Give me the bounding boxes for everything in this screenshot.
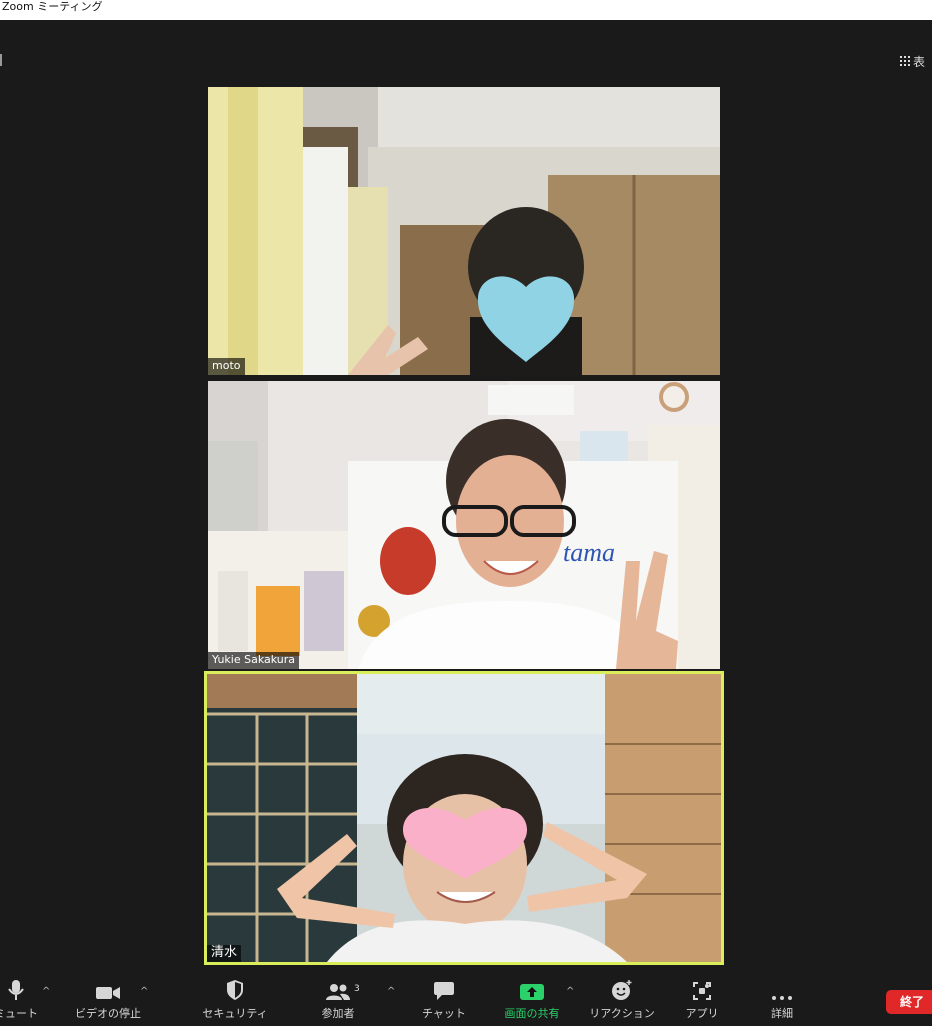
participants-label: 参加者	[321, 1007, 355, 1020]
video-tile-shimizu[interactable]: 清水	[204, 671, 724, 965]
reactions-label: リアクション	[589, 1007, 655, 1020]
participants-count: 3	[354, 984, 360, 994]
apps-button[interactable]: アプリ	[674, 976, 730, 1026]
view-toggle-button[interactable]: 表	[900, 52, 932, 70]
participants-icon	[326, 984, 350, 1000]
participant-name: Yukie Sakakura	[208, 652, 300, 669]
meeting-toolbar: ミュート ^ ビデオの停止 ^ セキュリティ 参加者 3 ^ チャット 画面の共…	[0, 976, 932, 1026]
more-label: 詳細	[771, 1007, 793, 1020]
security-button[interactable]: セキュリティ	[200, 976, 270, 1026]
participant-name: 清水	[207, 945, 242, 962]
stop-video-label: ビデオの停止	[75, 1007, 141, 1020]
audio-options-caret[interactable]: ^	[42, 986, 50, 997]
chat-button[interactable]: チャット	[414, 976, 474, 1026]
side-panel-handle[interactable]	[0, 54, 2, 66]
smiley-plus-icon	[612, 980, 632, 1000]
more-button[interactable]: 詳細	[756, 976, 808, 1026]
reactions-button[interactable]: リアクション	[586, 976, 658, 1026]
video-tile-yukie[interactable]: tama Yukie Sakakura	[208, 381, 720, 669]
video-feed-shimizu	[207, 674, 721, 962]
video-options-caret[interactable]: ^	[140, 986, 148, 997]
security-label: セキュリティ	[202, 1007, 268, 1020]
video-feed-moto	[208, 87, 720, 375]
apps-label: アプリ	[685, 1007, 719, 1020]
mute-label: ミュート	[0, 1007, 38, 1020]
participants-options-caret[interactable]: ^	[387, 986, 395, 997]
shield-icon	[227, 980, 243, 1000]
video-camera-icon	[96, 987, 120, 999]
share-screen-label: 画面の共有	[504, 1007, 560, 1020]
apps-icon	[693, 982, 711, 1000]
video-feed-yukie: tama	[208, 381, 720, 669]
more-dots-icon	[772, 996, 792, 1000]
participant-name: moto	[208, 358, 245, 375]
share-options-caret[interactable]: ^	[566, 986, 574, 997]
stop-video-button[interactable]: ビデオの停止	[70, 976, 146, 1026]
end-meeting-button[interactable]: 終了	[886, 990, 932, 1014]
share-screen-button[interactable]: 画面の共有	[496, 976, 568, 1026]
microphone-icon	[8, 980, 24, 1000]
gallery-grid-icon	[900, 56, 910, 66]
mute-button[interactable]: ミュート	[0, 976, 46, 1026]
chat-bubble-icon	[434, 982, 454, 1000]
chat-label: チャット	[422, 1007, 466, 1020]
share-screen-icon	[520, 984, 544, 1000]
svg-text:tama: tama	[563, 538, 615, 567]
video-tile-moto[interactable]: moto	[208, 87, 720, 375]
window-title: Zoom ミーティング	[0, 0, 932, 20]
view-toggle-label: 表	[913, 54, 926, 69]
